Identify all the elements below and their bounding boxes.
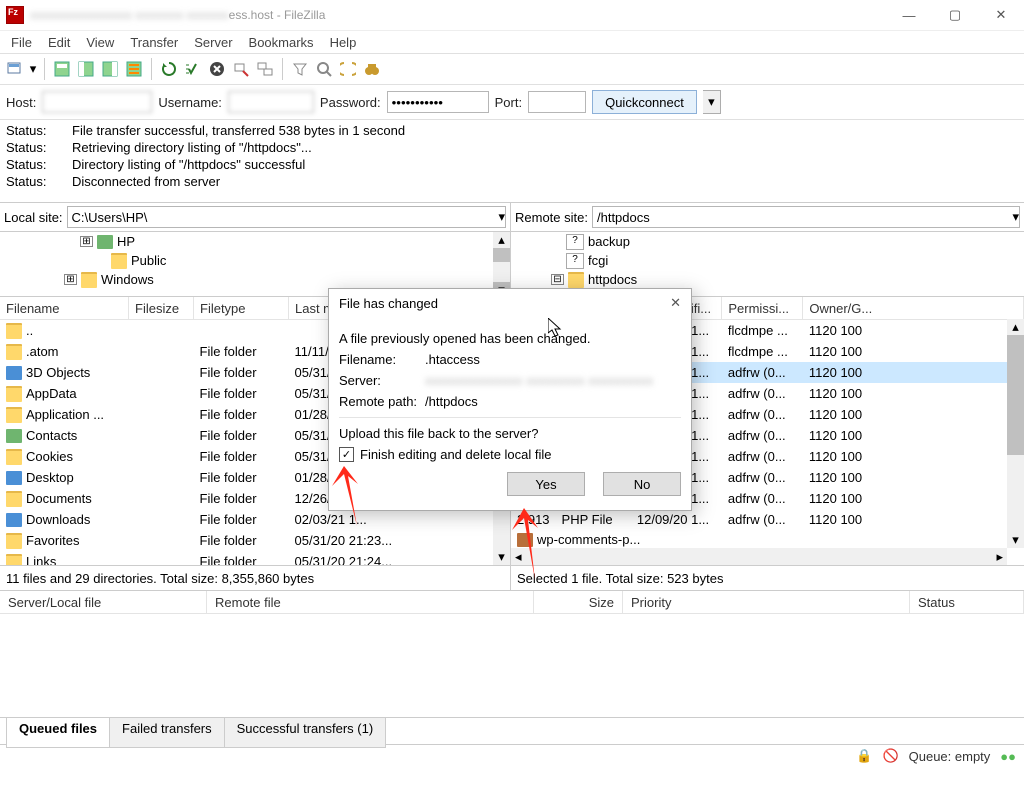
binoculars-icon[interactable]: [361, 58, 383, 80]
search-icon[interactable]: [313, 58, 335, 80]
dialog-remote-path: /httpdocs: [425, 394, 478, 409]
table-row[interactable]: 2,913PHP File12/09/20 1...adfrw (0...112…: [511, 509, 1024, 530]
host-input[interactable]: [42, 91, 152, 113]
dialog-message: A file previously opened has been change…: [339, 331, 681, 346]
password-input[interactable]: [387, 91, 489, 113]
app-logo-icon: [6, 6, 24, 24]
transfer-queue: Server/Local file Remote file Size Prior…: [0, 590, 1024, 717]
minimize-button[interactable]: —: [886, 0, 932, 30]
table-row[interactable]: LinksFile folder05/31/20 21:24...: [0, 551, 510, 565]
tab-failed-transfers[interactable]: Failed transfers: [109, 718, 225, 748]
queue-status: Queue: empty: [909, 749, 991, 764]
table-row[interactable]: DownloadsFile folder02/03/21 1...: [0, 509, 510, 530]
toggle-localtree-icon[interactable]: [75, 58, 97, 80]
tree-item[interactable]: ?fcgi: [511, 251, 1024, 270]
maximize-button[interactable]: ▢: [932, 0, 978, 30]
remote-site-label: Remote site:: [515, 210, 588, 225]
tree-item[interactable]: Public: [0, 251, 510, 270]
dialog-close-icon[interactable]: ✕: [670, 295, 681, 311]
toolbar: ▾: [0, 53, 1024, 85]
tree-item[interactable]: ⊞HP: [0, 232, 510, 251]
tree-item[interactable]: ⊞Windows: [0, 270, 510, 289]
compare-icon[interactable]: [337, 58, 359, 80]
queue-tabs: Queued files Failed transfers Successful…: [0, 717, 1024, 744]
username-input[interactable]: [228, 91, 314, 113]
close-button[interactable]: ✕: [978, 0, 1024, 30]
tree-item[interactable]: ⊟httpdocs: [511, 270, 1024, 289]
window-title: xxxxxxxxxxxxxxxxx xxxxxxxx xxxxxxxess.ho…: [30, 8, 886, 22]
table-row[interactable]: FavoritesFile folder05/31/20 21:23...: [0, 530, 510, 551]
finish-editing-checkbox[interactable]: ✓Finish editing and delete local file: [339, 447, 681, 462]
message-log: Status:File transfer successful, transfe…: [0, 120, 1024, 203]
username-label: Username:: [158, 95, 222, 110]
menu-bookmarks[interactable]: Bookmarks: [242, 33, 321, 52]
filter-icon[interactable]: [289, 58, 311, 80]
password-label: Password:: [320, 95, 381, 110]
lock-icon: 🔒: [856, 748, 872, 764]
dialog-server: xxxxxxxxxxxxxxx xxxxxxxxx xxxxxxxxxx: [425, 373, 653, 388]
yes-button[interactable]: Yes: [507, 472, 585, 496]
menu-server[interactable]: Server: [187, 33, 239, 52]
menu-file[interactable]: File: [4, 33, 39, 52]
site-manager-icon[interactable]: [4, 58, 26, 80]
local-status: 11 files and 29 directories. Total size:…: [0, 565, 510, 590]
refresh-icon[interactable]: [158, 58, 180, 80]
cancel-icon[interactable]: [206, 58, 228, 80]
dialog-filename: .htaccess: [425, 352, 480, 367]
menu-edit[interactable]: Edit: [41, 33, 77, 52]
menubar: File Edit View Transfer Server Bookmarks…: [0, 31, 1024, 53]
dialog-title: File has changed: [339, 296, 438, 311]
disconnect-icon[interactable]: [230, 58, 252, 80]
tab-queued-files[interactable]: Queued files: [6, 718, 110, 748]
titlebar: xxxxxxxxxxxxxxxxx xxxxxxxx xxxxxxxess.ho…: [0, 0, 1024, 31]
forbidden-icon: 🚫: [882, 748, 898, 764]
local-tree[interactable]: ⊞HPPublic⊞Windows ▴▾: [0, 232, 510, 296]
process-queue-icon[interactable]: [182, 58, 204, 80]
reconnect-icon[interactable]: [254, 58, 276, 80]
tab-successful-transfers[interactable]: Successful transfers (1): [224, 718, 387, 748]
quickconnect-button[interactable]: Quickconnect: [592, 90, 697, 114]
no-button[interactable]: No: [603, 472, 681, 496]
port-label: Port:: [495, 95, 522, 110]
quickconnect-bar: Host: Username: Password: Port: Quickcon…: [0, 85, 1024, 120]
local-site-label: Local site:: [4, 210, 63, 225]
host-label: Host:: [6, 95, 36, 110]
menu-transfer[interactable]: Transfer: [123, 33, 185, 52]
menu-view[interactable]: View: [79, 33, 121, 52]
dialog-question: Upload this file back to the server?: [339, 426, 681, 441]
toggle-queue-icon[interactable]: [123, 58, 145, 80]
toggle-remotetree-icon[interactable]: [99, 58, 121, 80]
remote-site-combo[interactable]: /httpdocs▾: [592, 206, 1020, 228]
remote-status: Selected 1 file. Total size: 523 bytes: [511, 565, 1024, 590]
menu-help[interactable]: Help: [323, 33, 364, 52]
toggle-log-icon[interactable]: [51, 58, 73, 80]
quickconnect-dropdown[interactable]: ▾: [703, 90, 721, 114]
bullet-icon: ●●: [1000, 749, 1016, 764]
tree-item[interactable]: ?backup: [511, 232, 1024, 251]
local-site-combo[interactable]: C:\Users\HP\▾: [67, 206, 506, 228]
dropdown-icon[interactable]: ▾: [28, 58, 38, 80]
file-changed-dialog: File has changed ✕ A file previously ope…: [328, 288, 692, 511]
remote-tree[interactable]: ?backup?fcgi⊟httpdocs: [511, 232, 1024, 296]
port-input[interactable]: [528, 91, 586, 113]
